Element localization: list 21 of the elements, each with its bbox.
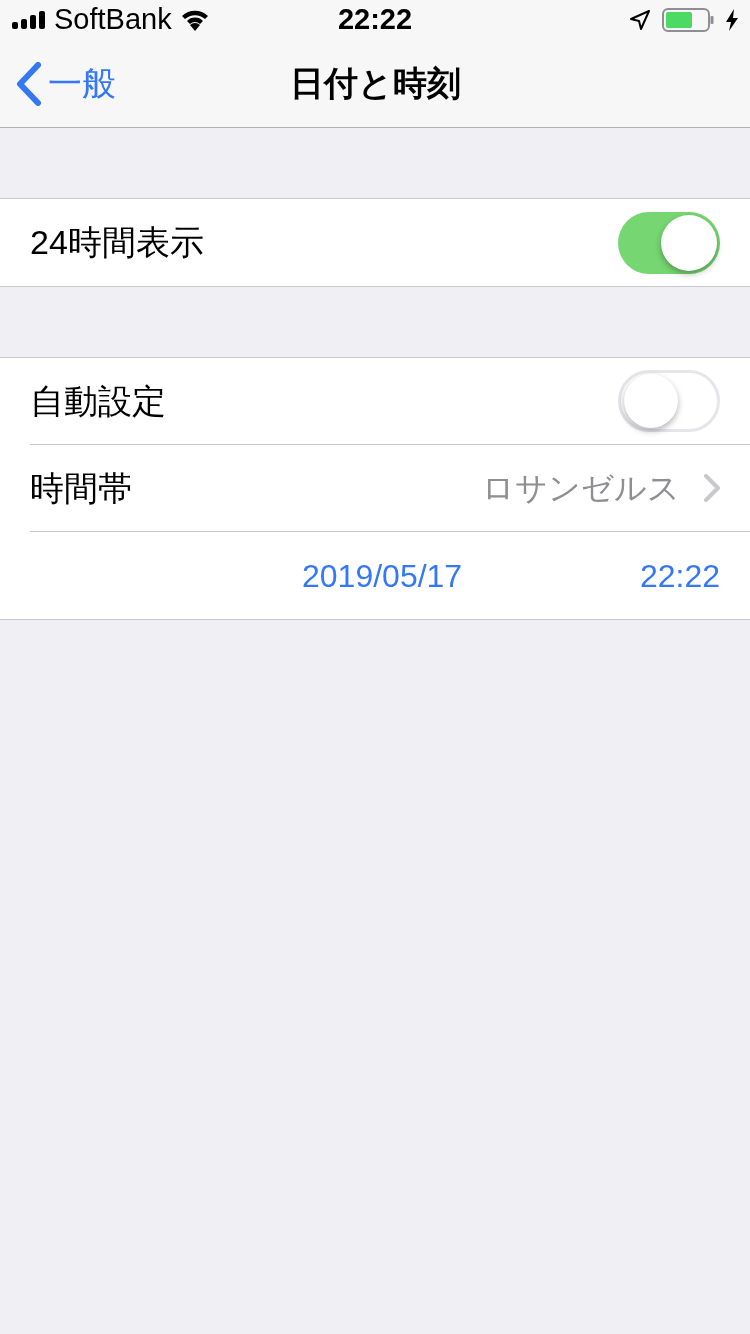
settings-row[interactable]: 24時間表示 <box>0 199 750 286</box>
row-label: 自動設定 <box>30 380 166 422</box>
chevron-right-icon <box>704 474 720 502</box>
back-button[interactable]: 一般 <box>16 58 216 109</box>
charging-bolt-icon <box>726 9 738 31</box>
time-value[interactable]: 22:22 <box>639 551 720 600</box>
toggle-switch[interactable] <box>618 211 720 274</box>
row-value: ロサンゼルス <box>482 469 680 508</box>
signal-icon <box>12 11 46 29</box>
carrier-name: SoftBank <box>54 2 172 38</box>
date-value[interactable]: 2019/05/17 <box>302 551 463 600</box>
settings-row[interactable]: 自動設定 <box>0 358 750 445</box>
row-label: 時間帯 <box>30 467 132 509</box>
location-arrow-icon <box>630 10 650 30</box>
row-label: 24時間表示 <box>30 222 204 263</box>
settings-row[interactable]: 時間帯 ロサンゼルス <box>0 445 750 532</box>
settings-row[interactable]: 2019/05/17 22:22 <box>0 532 750 619</box>
chevron-left-icon <box>16 61 42 106</box>
battery-icon <box>662 8 714 32</box>
clock-time: 22:22 <box>337 2 413 38</box>
page-title: 日付と時刻 <box>289 63 461 104</box>
